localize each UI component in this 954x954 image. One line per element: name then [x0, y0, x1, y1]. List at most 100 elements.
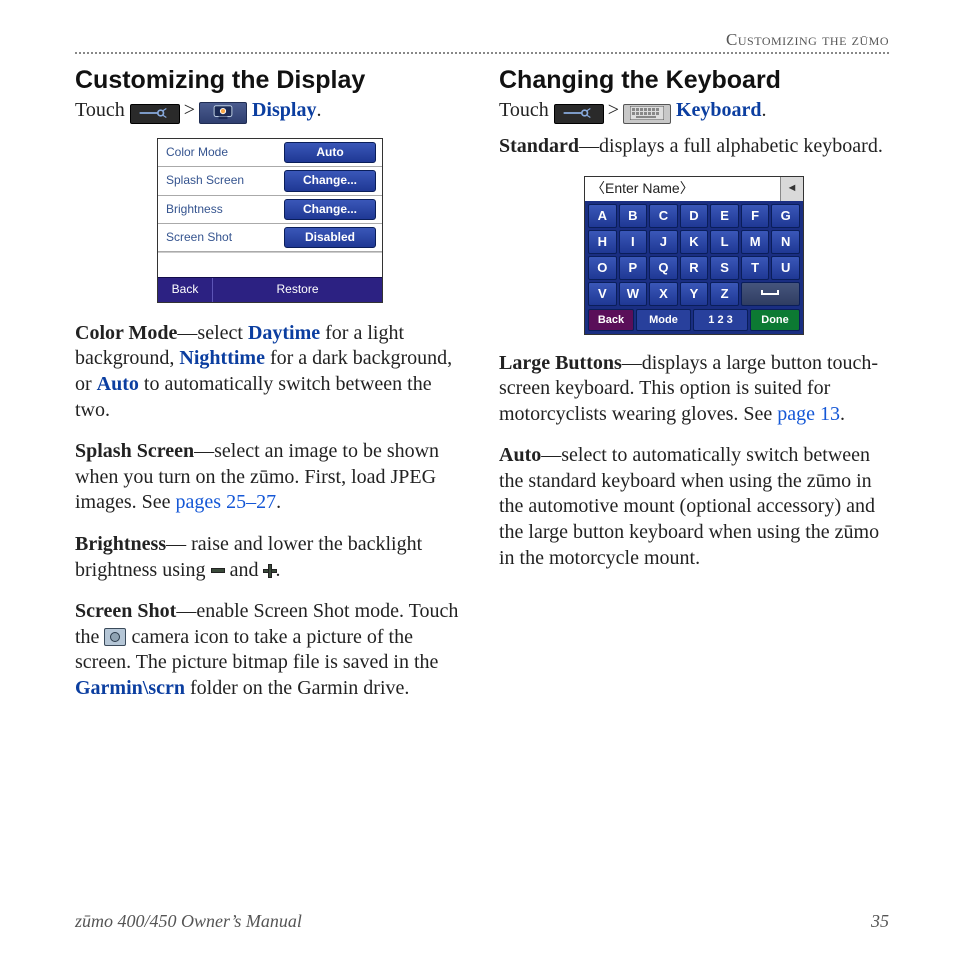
- keyboard-icon: [623, 104, 671, 124]
- heading-customizing-display: Customizing the Display: [75, 64, 465, 96]
- greater-than: >: [184, 98, 195, 124]
- page-number: 35: [871, 911, 889, 932]
- restore-button[interactable]: Restore: [213, 278, 382, 301]
- key-x[interactable]: X: [649, 282, 678, 306]
- btn-color-mode[interactable]: Auto: [284, 142, 376, 163]
- label-screen-shot: Screen Shot: [166, 230, 278, 245]
- key-a[interactable]: A: [588, 204, 617, 228]
- key-h[interactable]: H: [588, 230, 617, 254]
- kbd-mode-button[interactable]: Mode: [636, 309, 691, 331]
- page-13-link[interactable]: page 13: [777, 403, 840, 425]
- para-standard: Standard—displays a full alphabetic keyb…: [499, 134, 889, 160]
- device-display-body: Color Mode Auto Splash Screen Change... …: [158, 139, 382, 277]
- key-q[interactable]: Q: [649, 256, 678, 280]
- touch-path-keyboard: Touch > Keyboard.: [499, 98, 889, 124]
- pages-25-27-link[interactable]: pages 25–27: [176, 491, 277, 513]
- back-button[interactable]: Back: [158, 278, 213, 301]
- lead-screen-shot: Screen Shot: [75, 600, 176, 622]
- left-column: Customizing the Display Touch > Display.…: [75, 64, 465, 718]
- touch-prefix: Touch: [499, 99, 554, 121]
- display-settings-icon: [199, 102, 247, 124]
- key-k[interactable]: K: [680, 230, 709, 254]
- kbd-done-button[interactable]: Done: [750, 309, 800, 331]
- footer-title: zūmo 400/450 Owner’s Manual: [75, 911, 302, 932]
- row-splash-screen: Splash Screen Change...: [158, 167, 382, 195]
- key-s[interactable]: S: [710, 256, 739, 280]
- minus-icon: [211, 568, 225, 573]
- para-auto: Auto—select to automatically switch betw…: [499, 443, 889, 571]
- lead-color-mode: Color Mode: [75, 322, 177, 344]
- btn-screen-shot[interactable]: Disabled: [284, 227, 376, 248]
- greater-than: >: [608, 98, 619, 124]
- lead-auto: Auto: [499, 444, 541, 466]
- key-b[interactable]: B: [619, 204, 648, 228]
- right-column: Changing the Keyboard Touch > Keyboard. …: [499, 64, 889, 718]
- lead-brightness: Brightness: [75, 533, 166, 555]
- page-footer: zūmo 400/450 Owner’s Manual 35: [75, 911, 889, 932]
- key-w[interactable]: W: [619, 282, 648, 306]
- wrench-icon: [130, 104, 180, 124]
- touch-path-display: Touch > Display.: [75, 98, 465, 124]
- row-color-mode: Color Mode Auto: [158, 139, 382, 167]
- label-splash-screen: Splash Screen: [166, 173, 278, 188]
- label-color-mode: Color Mode: [166, 145, 278, 160]
- key-t[interactable]: T: [741, 256, 770, 280]
- kbd-back-button[interactable]: Back: [588, 309, 634, 331]
- row-brightness: Brightness Change...: [158, 196, 382, 224]
- key-d[interactable]: D: [680, 204, 709, 228]
- lead-splash-screen: Splash Screen: [75, 440, 194, 462]
- key-i[interactable]: I: [619, 230, 648, 254]
- keyboard-link: Keyboard: [676, 99, 762, 121]
- period: .: [316, 99, 321, 121]
- device-display-spacer: [158, 252, 382, 277]
- device-display-footer: Back Restore: [158, 277, 382, 301]
- period: .: [762, 99, 767, 121]
- backspace-button[interactable]: ◄: [780, 177, 803, 201]
- enter-name-field[interactable]: 〈Enter Name〉: [585, 177, 780, 201]
- key-r[interactable]: R: [680, 256, 709, 280]
- camera-icon: [104, 628, 126, 646]
- garmin-scrn-folder: Garmin\scrn: [75, 677, 185, 699]
- row-screen-shot: Screen Shot Disabled: [158, 224, 382, 252]
- auto-link: Auto: [97, 373, 139, 395]
- kbd-123-button[interactable]: 1 2 3: [693, 309, 748, 331]
- key-m[interactable]: M: [741, 230, 770, 254]
- key-n[interactable]: N: [771, 230, 800, 254]
- para-color-mode: Color Mode—select Daytime for a light ba…: [75, 321, 465, 423]
- device-display-screenshot: Color Mode Auto Splash Screen Change... …: [157, 138, 383, 303]
- key-space[interactable]: [741, 282, 800, 306]
- key-c[interactable]: C: [649, 204, 678, 228]
- label-brightness: Brightness: [166, 202, 278, 217]
- columns: Customizing the Display Touch > Display.…: [75, 64, 889, 718]
- para-large-buttons: Large Buttons—displays a large button to…: [499, 351, 889, 428]
- key-j[interactable]: J: [649, 230, 678, 254]
- keyboard-input-row: 〈Enter Name〉 ◄: [585, 177, 803, 201]
- page: Customizing the zūmo Customizing the Dis…: [0, 0, 954, 954]
- para-screen-shot: Screen Shot—enable Screen Shot mode. Tou…: [75, 599, 465, 701]
- nighttime-link: Nighttime: [179, 347, 265, 369]
- key-e[interactable]: E: [710, 204, 739, 228]
- key-y[interactable]: Y: [680, 282, 709, 306]
- key-o[interactable]: O: [588, 256, 617, 280]
- touch-prefix: Touch: [75, 99, 130, 121]
- key-g[interactable]: G: [771, 204, 800, 228]
- daytime-link: Daytime: [248, 322, 320, 344]
- divider: [75, 52, 889, 54]
- key-f[interactable]: F: [741, 204, 770, 228]
- wrench-icon: [554, 104, 604, 124]
- para-splash-screen: Splash Screen—select an image to be show…: [75, 439, 465, 516]
- key-l[interactable]: L: [710, 230, 739, 254]
- btn-brightness[interactable]: Change...: [284, 199, 376, 220]
- plus-icon: [263, 565, 275, 577]
- key-v[interactable]: V: [588, 282, 617, 306]
- device-keyboard-screenshot: 〈Enter Name〉 ◄ ABCDEFG HIJKLMN OPQRSTU VWXY…: [584, 176, 804, 335]
- lead-large-buttons: Large Buttons: [499, 352, 622, 374]
- key-p[interactable]: P: [619, 256, 648, 280]
- btn-splash-screen[interactable]: Change...: [284, 170, 376, 191]
- key-z[interactable]: Z: [710, 282, 739, 306]
- key-u[interactable]: U: [771, 256, 800, 280]
- keyboard-grid: ABCDEFG HIJKLMN OPQRSTU VWXYZ: [585, 201, 803, 309]
- running-head: Customizing the zūmo: [75, 30, 889, 50]
- display-link: Display: [252, 99, 316, 121]
- lead-standard: Standard: [499, 135, 579, 157]
